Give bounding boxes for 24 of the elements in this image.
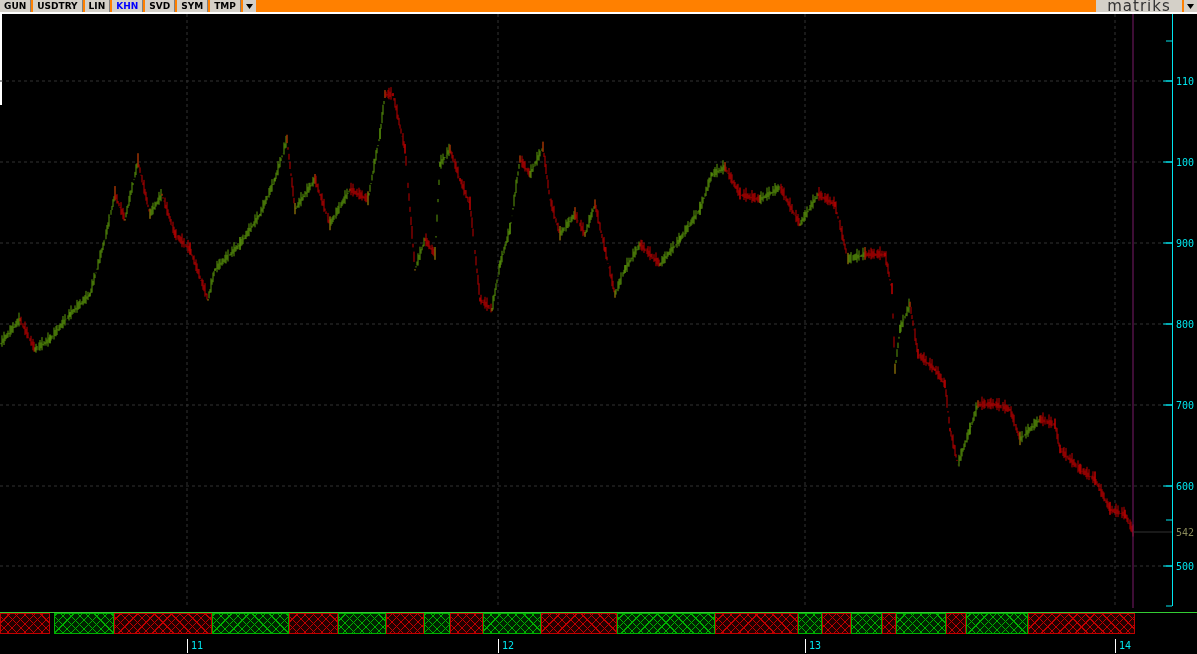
date-axis-label: 12 bbox=[498, 639, 515, 653]
price-axis-label: 600 bbox=[1176, 481, 1195, 492]
symbol-tab[interactable]: SVD bbox=[145, 0, 176, 12]
last-price-label: 542 bbox=[1176, 527, 1195, 538]
logo: matriks bbox=[1096, 0, 1182, 12]
price-axis-label: 500 bbox=[1176, 561, 1195, 572]
price-axis-label: 900 bbox=[1176, 238, 1195, 249]
symbol-tab[interactable]: GUN bbox=[0, 0, 32, 12]
price-axis-label: 800 bbox=[1176, 319, 1195, 330]
price-axis-label: 700 bbox=[1176, 400, 1195, 411]
date-axis-label: 14 bbox=[1115, 639, 1132, 653]
symbol-tab[interactable]: SYM bbox=[177, 0, 209, 12]
dropdown-button[interactable] bbox=[1184, 0, 1197, 12]
price-axis-label: 110 bbox=[1176, 76, 1195, 87]
caret-icon bbox=[1187, 3, 1194, 9]
date-axis-label: 13 bbox=[805, 639, 822, 653]
symbol-tab[interactable]: LIN bbox=[84, 0, 111, 12]
symbol-tab[interactable]: TMP bbox=[210, 0, 241, 12]
caret-icon bbox=[245, 3, 253, 9]
date-axis-label: 11 bbox=[187, 639, 204, 653]
symbol-tab[interactable]: USDTRY bbox=[33, 0, 83, 12]
price-axis-label: 100 bbox=[1176, 157, 1195, 168]
dropdown-button[interactable] bbox=[242, 0, 256, 12]
symbol-tab[interactable]: KHN bbox=[112, 0, 144, 12]
